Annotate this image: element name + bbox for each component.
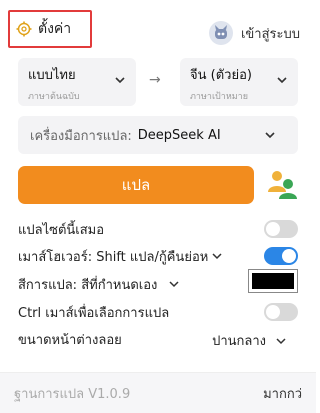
translation-color-label[interactable]: สีการแปล: สีที่กำหนดเอง: [18, 274, 157, 295]
version-label: ฐานการแปล V1.0.9: [14, 387, 131, 402]
color-picker[interactable]: [248, 269, 298, 293]
avatar: [208, 21, 233, 45]
float-size-row: ขนาดหน้าต่างลอย ปานกลาง: [18, 326, 298, 352]
hover-toggle[interactable]: [264, 247, 298, 265]
translation-tool-value: DeepSeek AI: [137, 127, 221, 143]
ctrl-select-row: Ctrl เมาส์เพื่อเลือกการแปล: [18, 299, 298, 325]
target-language-name: จีน (ตัวย่อ): [190, 68, 252, 83]
ctrl-select-toggle[interactable]: [264, 303, 298, 321]
robot-icon: [214, 25, 227, 39]
translation-tool-select[interactable]: เครื่องมือการแปล: DeepSeek AI: [18, 116, 298, 154]
translation-color-row: สีการแปล: สีที่กำหนดเอง: [18, 269, 298, 297]
chevron-down-icon: [265, 132, 275, 139]
always-translate-toggle[interactable]: [264, 220, 298, 238]
hover-row: เมาส์โฮเวอร์: Shift แปล/กู้คืนย่อห: [18, 243, 298, 269]
source-language-name: แบบไทย: [28, 68, 76, 83]
footer: ฐานการแปล V1.0.9 มากกว่: [0, 372, 316, 413]
chevron-down-icon: [277, 77, 287, 84]
users-icon[interactable]: [265, 166, 299, 200]
more-button[interactable]: มากกว่: [263, 383, 302, 404]
login-button[interactable]: เข้าสู่ระบบ: [208, 20, 300, 46]
source-language-caption: ภาษาต้นฉบับ: [28, 92, 80, 102]
translate-button[interactable]: แปล: [18, 166, 254, 204]
more-label: มากกว่: [263, 387, 302, 402]
float-size-value: ปานกลาง: [212, 334, 266, 349]
arrow-right-icon: →: [149, 72, 161, 88]
chevron-down-icon: [115, 77, 125, 84]
chevron-down-icon: [276, 337, 286, 344]
float-size-label: ขนาดหน้าต่างลอย: [18, 332, 122, 348]
header: ตั้งค่า เข้าสู่ระบบ: [0, 0, 316, 58]
login-label: เข้าสู่ระบบ: [240, 26, 300, 42]
always-translate-label: แปลไซต์นี้เสมอ: [18, 222, 105, 238]
translation-tool-label: เครื่องมือการแปล:: [30, 128, 132, 144]
settings-button[interactable]: ตั้งค่า: [8, 10, 92, 48]
chevron-down-icon[interactable]: [169, 279, 179, 289]
always-translate-row: แปลไซต์นี้เสมอ: [18, 216, 298, 242]
settings-label: ตั้งค่า: [38, 21, 72, 37]
float-size-select[interactable]: ปานกลาง: [212, 330, 286, 351]
chevron-down-icon[interactable]: [212, 251, 222, 261]
gear-icon: [16, 21, 32, 37]
source-language-select[interactable]: แบบไทย ภาษาต้นฉบับ: [18, 58, 136, 106]
hover-label[interactable]: เมาส์โฮเวอร์: Shift แปล/กู้คืนย่อห: [18, 246, 208, 267]
ctrl-select-label: Ctrl เมาส์เพื่อเลือกการแปล: [18, 305, 170, 321]
language-row: แบบไทย ภาษาต้นฉบับ → จีน (ตัวย่อ) ภาษาเป…: [18, 58, 298, 106]
color-swatch-fill: [252, 273, 294, 289]
target-language-select[interactable]: จีน (ตัวย่อ) ภาษาเป้าหมาย: [180, 58, 298, 106]
target-language-caption: ภาษาเป้าหมาย: [190, 92, 249, 102]
